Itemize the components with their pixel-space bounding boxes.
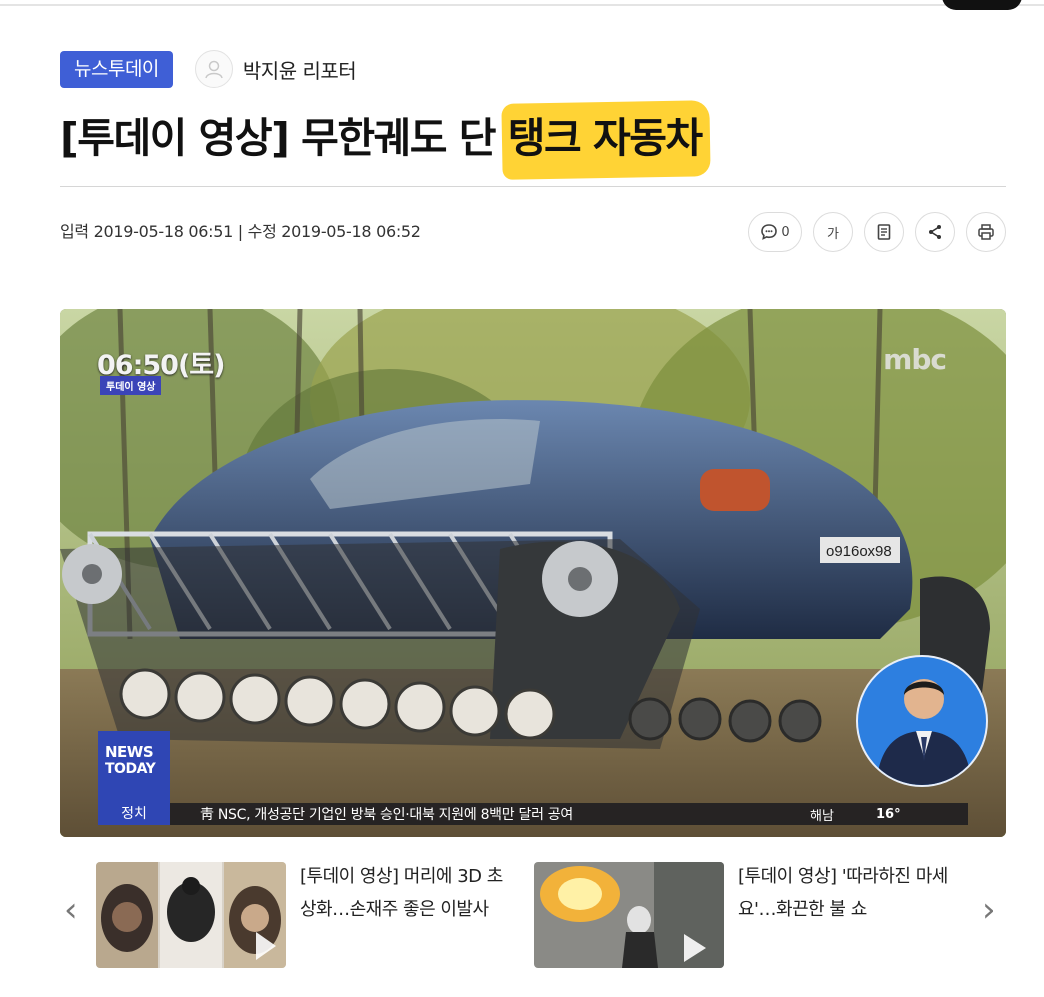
comment-icon	[761, 224, 778, 240]
sign-language-interpreter	[856, 655, 988, 787]
comment-button[interactable]: 0	[748, 212, 802, 252]
news-ticker: 정치 靑 NSC, 개성공단 기업인 방북 승인·대북 지원에 8백만 달러 공…	[98, 803, 968, 825]
broadcaster-logo: mbc	[883, 343, 947, 376]
related-thumb-fire-show[interactable]	[534, 862, 724, 968]
segment-tag: 투데이 영상	[100, 376, 162, 395]
news-logo-line2: TODAY	[105, 761, 156, 777]
related-thumb-barber[interactable]	[96, 862, 286, 968]
print-icon	[978, 224, 994, 240]
next-arrow-icon[interactable]: ›	[982, 890, 996, 930]
article-toolbar: 0 가	[748, 212, 1006, 252]
ticker-weather-location: 해남	[810, 808, 834, 824]
section-badge[interactable]: 뉴스투데이	[60, 50, 173, 88]
article-dates: 입력 2019-05-18 06:51 | 수정 2019-05-18 06:5…	[60, 222, 421, 241]
share-icon	[929, 225, 941, 239]
article-title: [투데이 영상] 무한궤도 단 탱크 자동차	[60, 104, 703, 164]
license-plate: о916ох98	[826, 543, 892, 560]
font-size-label: 가	[827, 226, 839, 242]
article-title-highlight: 탱크 자동차	[507, 114, 703, 162]
news-today-logo: NEWS TODAY	[98, 731, 170, 803]
article-title-text: [투데이 영상] 무한궤도 단	[60, 114, 508, 162]
related-title-2[interactable]: [투데이 영상] '따라하진 마세요'…화끈한 불 쇼	[738, 860, 948, 926]
floating-button[interactable]	[942, 0, 1022, 10]
print-button[interactable]	[966, 212, 1006, 252]
ticker-temperature: 16°	[876, 806, 901, 822]
scrap-button[interactable]	[864, 212, 904, 252]
top-divider	[0, 4, 1044, 6]
prev-arrow-icon[interactable]: ‹	[64, 890, 78, 930]
comment-count: 0	[781, 224, 790, 240]
video-frame-illustration: о916ох98	[60, 309, 1006, 837]
ticker-headline: 靑 NSC, 개성공단 기업인 방북 승인·대북 지원에 8백만 달러 공여	[200, 807, 573, 823]
reporter-avatar-icon	[194, 50, 233, 88]
reporter-name[interactable]: 박지윤 리포터	[243, 55, 357, 84]
font-size-button[interactable]: 가	[813, 212, 853, 252]
article-meta: 뉴스투데이 박지윤 리포터	[60, 50, 357, 88]
ticker-category: 정치	[98, 803, 170, 825]
title-divider	[60, 186, 1006, 187]
article-video[interactable]: о916ох98 06:50(토) 투데이 영상 mbc NEWS TODAY …	[60, 309, 1006, 837]
related-title-1[interactable]: [투데이 영상] 머리에 3D 초상화…손재주 좋은 이발사	[300, 860, 510, 926]
bookmark-list-icon	[877, 224, 891, 240]
related-videos: ‹ [투데이 영상] 머리에 3D 초상화…손재주 좋은 이발사 [투데이 영상…	[0, 860, 1044, 970]
share-button[interactable]	[915, 212, 955, 252]
news-logo-line1: NEWS	[105, 743, 154, 761]
